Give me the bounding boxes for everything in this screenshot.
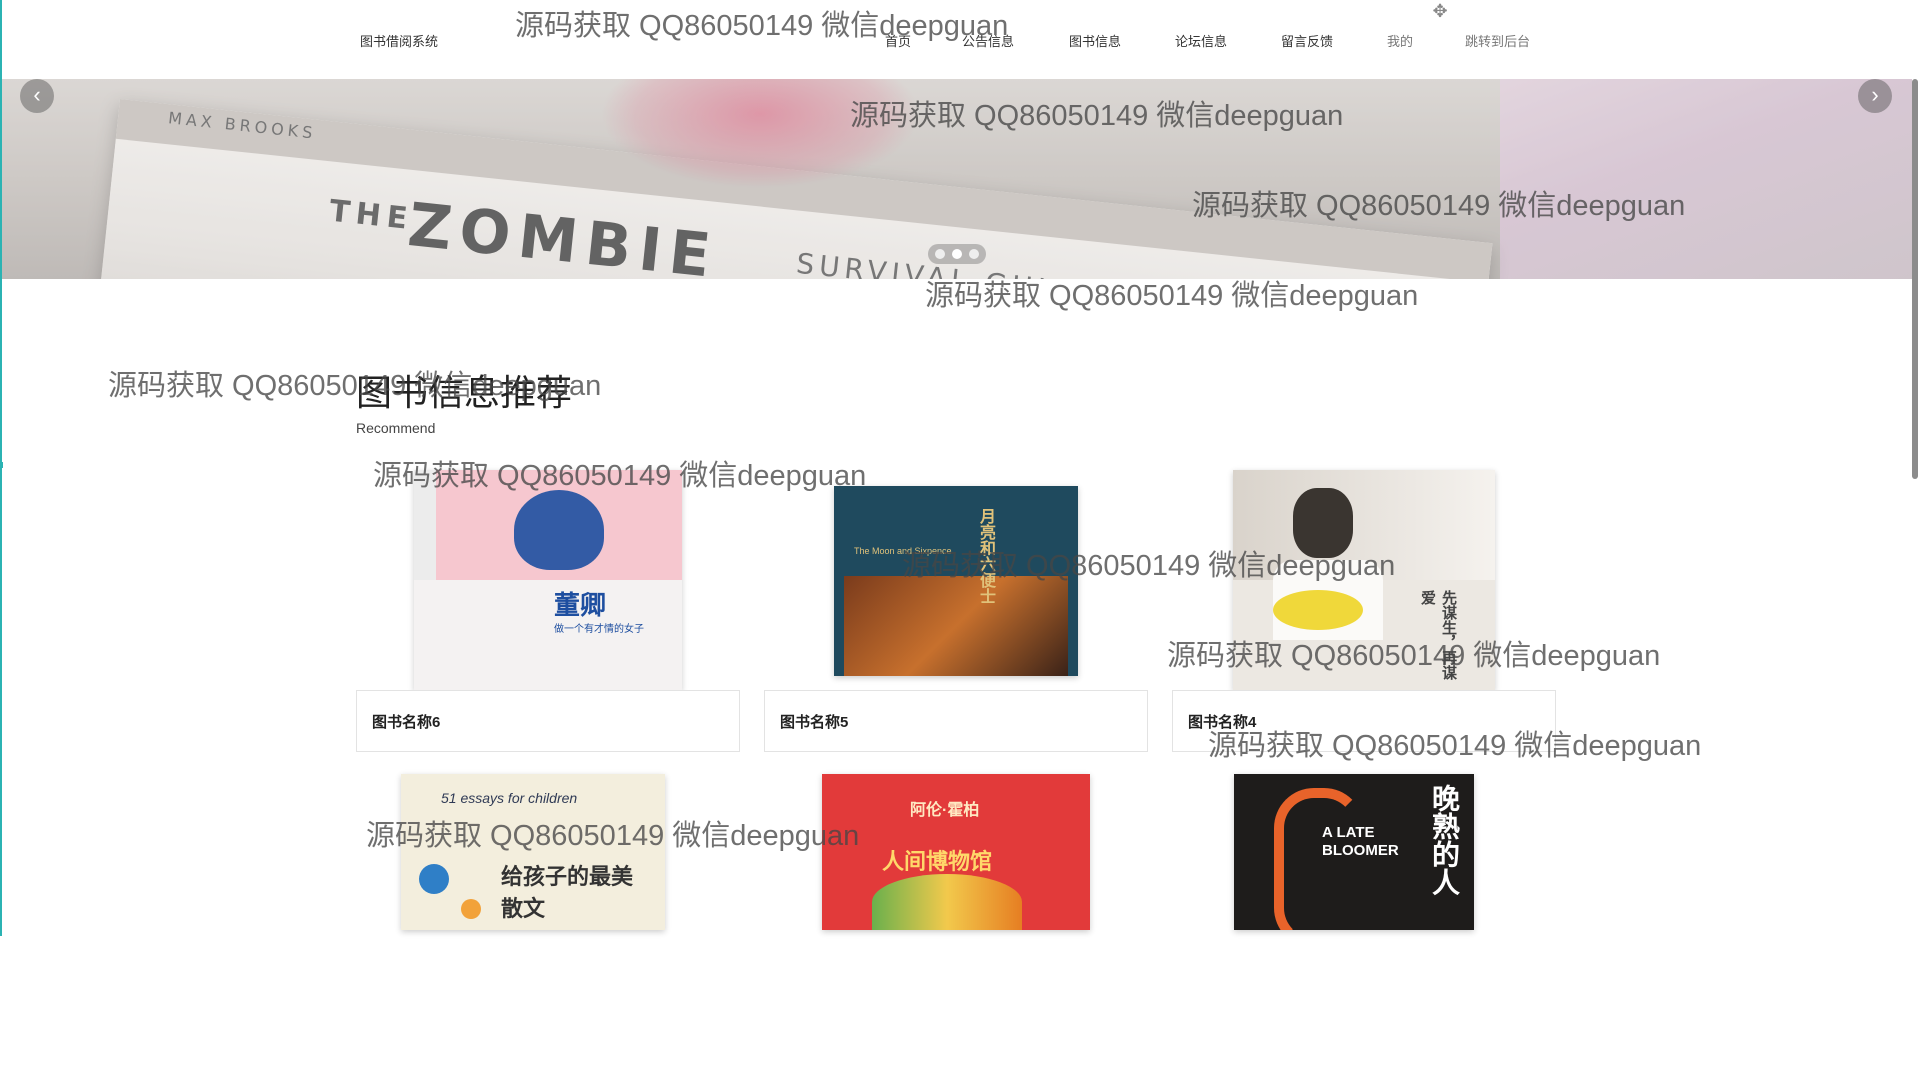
book-card[interactable]: 51 essays for children 给孩子的最美散文 (356, 774, 740, 1074)
cover-title: 给孩子的最美散文 (501, 864, 634, 922)
book-cover-image: 董卿 做一个有才情的女子 (414, 470, 682, 690)
cover-title: 董卿 (554, 591, 607, 621)
book-card[interactable]: 董卿 做一个有才情的女子 图书名称6 (356, 470, 740, 770)
cover-subtitle: 51 essays for children (441, 790, 578, 806)
carousel-dot-2[interactable] (952, 249, 962, 259)
book-card[interactable]: 先谋生，再谋爱 图书名称4 (1172, 470, 1556, 770)
nav-books[interactable]: 图书信息 (1069, 31, 1121, 50)
section-title: 图书信息推荐 (356, 372, 573, 413)
book-name[interactable]: 图书名称5 (780, 711, 848, 732)
nav-admin-link[interactable]: 跳转到后台 (1465, 31, 1530, 50)
nav-forum[interactable]: 论坛信息 (1175, 31, 1227, 50)
chevron-left-icon[interactable]: ‹ (20, 79, 54, 113)
chevron-right-icon[interactable]: › (1858, 79, 1892, 113)
book-name[interactable]: 图书名称6 (372, 711, 440, 732)
nav-home[interactable]: 首页 (885, 31, 911, 50)
carousel-dot-1[interactable] (935, 249, 945, 259)
book-cover-image: 51 essays for children 给孩子的最美散文 (401, 774, 665, 930)
nav-announcements[interactable]: 公告信息 (962, 31, 1014, 50)
page-edge-marker (0, 462, 3, 468)
nav-feedback[interactable]: 留言反馈 (1281, 31, 1333, 50)
book-name[interactable]: 图书名称4 (1188, 711, 1256, 732)
cover-subtitle: 做一个有才情的女子 (554, 624, 644, 635)
cover-title: 月亮和六便士 (977, 508, 996, 604)
book-card[interactable]: 晚熟的人 A LATE BLOOMER (1172, 774, 1556, 1074)
move-icon: ✥ (1432, 1, 1448, 21)
section-subtitle: Recommend (356, 420, 436, 436)
book-cover-image: 阿伦·霍柏 人间博物馆 (822, 774, 1090, 930)
page-edge-line (0, 0, 2, 936)
book-card[interactable]: 阿伦·霍柏 人间博物馆 (764, 774, 1148, 1074)
scrollbar[interactable] (1912, 79, 1918, 479)
book-cover-image: 先谋生，再谋爱 (1233, 470, 1495, 690)
book-cover-image: 晚熟的人 A LATE BLOOMER (1234, 774, 1474, 930)
site-header: 图书借阅系统 首页 公告信息 图书信息 论坛信息 留言反馈 我的 跳转到后台 ✥ (0, 0, 1918, 79)
nav-mine[interactable]: 我的 (1387, 31, 1413, 50)
carousel-indicators (928, 244, 986, 264)
cover-title: 先谋生，再谋爱 (1419, 590, 1458, 680)
cover-subtitle: A LATE BLOOMER (1322, 824, 1399, 859)
book-card[interactable]: 月亮和六便士 The Moon and Sixpence 图书名称5 (764, 470, 1148, 770)
cover-subtitle: 阿伦·霍柏 (910, 802, 980, 819)
cover-subtitle: The Moon and Sixpence (854, 546, 952, 556)
book-cover-image: 月亮和六便士 The Moon and Sixpence (834, 486, 1078, 676)
hero-carousel[interactable]: MAX BROOKS THE ZOMBIE SURVIVAL GUIDE ‹ › (0, 79, 1912, 279)
carousel-dot-3[interactable] (969, 249, 979, 259)
main-nav: 首页 公告信息 图书信息 论坛信息 留言反馈 我的 跳转到后台 (0, 31, 1918, 51)
cover-title: 晚熟的人 (1428, 784, 1461, 896)
cover-title: 人间博物馆 (882, 849, 993, 875)
